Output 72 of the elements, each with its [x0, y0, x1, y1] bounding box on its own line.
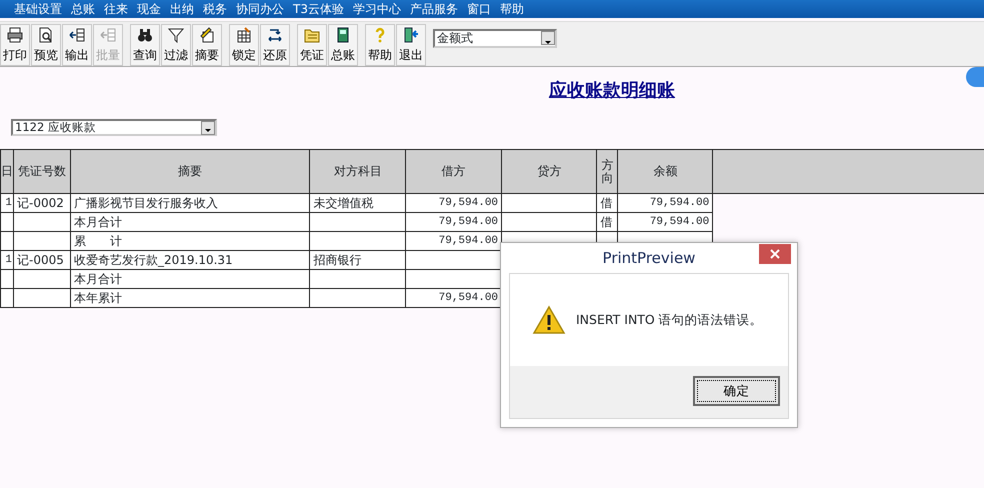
error-message: INSERT INTO 语句的语法错误。 [576, 310, 763, 329]
table-cell: 未交增值税 [310, 194, 406, 212]
table-cell: 本月合计 [70, 212, 310, 232]
table-cell: 广播影视节目发行服务收入 [70, 194, 310, 212]
report-title: 应收账款明细账 [549, 79, 675, 101]
table-cell: 79,594.00 [618, 212, 713, 232]
menu-item[interactable]: 窗口 [466, 1, 491, 17]
ok-button[interactable]: 确定 [693, 376, 780, 406]
table-cell: 79,594.00 [406, 194, 502, 212]
table-cell: 累 计 [70, 232, 310, 250]
toolbar-button[interactable]: 总账 [328, 24, 358, 66]
ledger-grid-icon [236, 27, 252, 43]
toolbar-button[interactable]: 退出 [396, 24, 426, 66]
toolbar-button[interactable]: 摘要 [192, 24, 222, 66]
printer-icon [7, 27, 23, 43]
arrow-grid-icon [69, 27, 85, 43]
table-cell: 借 [596, 194, 618, 212]
menu-item[interactable]: 产品服务 [410, 1, 458, 17]
binoculars-icon [137, 27, 153, 43]
column-header: 方向 [596, 150, 618, 194]
toolbar-button[interactable]: 输出 [62, 24, 92, 66]
column-header: 摘要 [70, 150, 310, 194]
column-header: 贷方 [502, 150, 597, 194]
column-header: 日 [0, 150, 14, 194]
close-icon [770, 249, 780, 259]
table-cell: 记-0002 [14, 194, 70, 212]
menu-item[interactable]: 协同办公 [236, 1, 284, 17]
table-cell: 招商银行 [310, 250, 406, 270]
table-cell: 79,594.00 [406, 212, 502, 232]
column-header: 凭证号数 [14, 150, 70, 194]
folder-icon [304, 27, 320, 43]
table-cell: 1 [0, 194, 14, 212]
menu-item[interactable]: 学习中心 [352, 1, 401, 17]
menu-item[interactable]: 现金 [137, 1, 161, 17]
door-arrow-icon [403, 27, 419, 43]
table-cell: 本年累计 [70, 288, 310, 308]
menu-item[interactable]: 总账 [71, 1, 95, 17]
table-cell: 记-0005 [14, 250, 70, 270]
pencil-page-icon [199, 27, 215, 43]
menu-item[interactable]: 出纳 [170, 1, 194, 17]
toolbar-button[interactable]: 还原 [260, 24, 290, 66]
table-cell: 1 [0, 250, 14, 270]
toolbar-button[interactable]: 过滤 [161, 24, 191, 66]
dialog-title: PrintPreview [602, 248, 696, 269]
menu-item[interactable]: 帮助 [500, 1, 524, 17]
filter-icon [168, 27, 184, 43]
page-magnifier-icon [38, 27, 54, 43]
toolbar-button: 批量 [93, 24, 123, 66]
toolbar-button[interactable]: 帮助 [365, 24, 395, 66]
menu-item[interactable]: 税务 [203, 1, 227, 17]
format-select[interactable]: 金额式 [433, 28, 557, 48]
menu-item[interactable]: T3云体验 [293, 1, 344, 17]
table-cell: 79,594.00 [618, 194, 713, 212]
arrow-grid-icon [100, 27, 116, 43]
menu-item[interactable]: 往来 [104, 1, 128, 17]
table-cell: 收爱奇艺发行款_2019.10.31 [70, 250, 310, 270]
book-icon [335, 27, 351, 43]
toolbar-button[interactable]: 查询 [130, 24, 160, 66]
toolbar-button[interactable]: 凭证 [297, 24, 327, 66]
column-header: 对方科目 [310, 150, 406, 194]
table-cell: 借 [596, 212, 618, 232]
toolbar-button[interactable]: 预览 [31, 24, 61, 66]
table-cell: 本月合计 [70, 270, 310, 288]
account-select[interactable]: 1122 应收账款 [11, 119, 217, 136]
column-header: 余额 [618, 150, 713, 194]
close-button[interactable] [759, 244, 791, 264]
toolbar-button[interactable]: 打印 [0, 24, 30, 66]
column-header: 借方 [406, 150, 502, 194]
menu-item[interactable]: 基础设置 [14, 1, 62, 17]
warning-icon [532, 305, 566, 335]
arrows-icon [267, 27, 283, 43]
toolbar-button[interactable]: 锁定 [229, 24, 259, 66]
